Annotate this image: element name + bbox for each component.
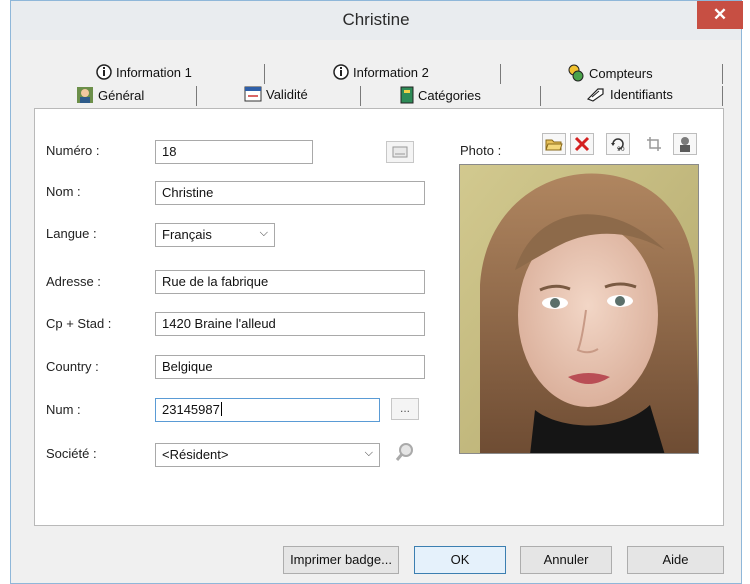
num-label: Num : (46, 402, 81, 417)
tab-label: Information 1 (116, 64, 192, 80)
numero-label: Numéro : (46, 143, 100, 158)
tab-validite[interactable]: Validité (244, 86, 308, 102)
societe-value: <Résident> (162, 447, 229, 462)
photo-portrait (459, 164, 699, 454)
crop-icon (647, 137, 661, 151)
societe-select[interactable]: <Résident> ⌵ (155, 443, 380, 467)
search-icon (395, 443, 413, 461)
tab-separator (540, 86, 541, 106)
photo-delete-button[interactable] (570, 133, 594, 155)
tab-compteurs[interactable]: Compteurs (567, 64, 653, 82)
print-badge-button[interactable]: Imprimer badge... (283, 546, 399, 574)
window-title: Christine (342, 10, 410, 29)
book-icon (400, 86, 414, 104)
langue-select[interactable]: Français ⌵ (155, 223, 275, 247)
user-icon (77, 87, 93, 103)
rotate-icon: 90 (611, 138, 625, 153)
tab-information-1[interactable]: Information 1 (96, 64, 192, 80)
num-field[interactable]: 23145987 (155, 398, 380, 422)
photo-label: Photo : (460, 143, 502, 158)
camera-icon (680, 137, 690, 152)
close-button[interactable]: ✕ (697, 1, 743, 29)
photo-camera-button[interactable] (673, 133, 697, 155)
tab-separator (722, 86, 723, 106)
tab-separator (196, 86, 197, 106)
societe-search-button[interactable] (391, 442, 419, 464)
nom-label: Nom : (46, 184, 81, 199)
tab-label: Validité (266, 86, 308, 102)
title-bar[interactable]: Christine ✕ (11, 1, 743, 40)
card-button[interactable] (386, 141, 414, 163)
tab-information-2[interactable]: Information 2 (333, 64, 429, 80)
adresse-label: Adresse : (46, 274, 101, 289)
open-folder-icon (545, 139, 563, 151)
cp-label: Cp + Stad : (46, 316, 112, 331)
langue-label: Langue : (46, 226, 97, 241)
tab-separator (500, 64, 501, 84)
tab-row-back: Information 1 Information 2 Compteurs (0, 64, 750, 86)
tab-categories[interactable]: Catégories (400, 86, 481, 104)
tab-general[interactable]: Général (76, 86, 144, 104)
tab-label: Information 2 (353, 64, 429, 80)
text-caret (220, 402, 222, 416)
tab-separator (360, 86, 361, 106)
portrait-image (460, 165, 698, 453)
svg-text:90: 90 (617, 146, 625, 153)
tab-label: Catégories (418, 87, 481, 103)
photo-rotate-button[interactable]: 90 (606, 133, 630, 155)
tab-separator (722, 64, 723, 84)
country-label: Country : (46, 359, 99, 374)
num-value: 23145987 (162, 402, 220, 417)
cp-field[interactable]: 1420 Braine l'alleud (155, 312, 425, 336)
tab-label: Identifiants (610, 86, 673, 102)
photo-open-button[interactable] (542, 133, 566, 155)
delete-icon (574, 136, 590, 152)
tab-separator (264, 64, 265, 84)
tab-identifiants[interactable]: Identifiants (586, 86, 673, 102)
ok-button[interactable]: OK (414, 546, 506, 574)
adresse-field[interactable]: Rue de la fabrique (155, 270, 425, 294)
num-browse-button[interactable]: ... (391, 398, 419, 420)
info-icon (96, 64, 112, 80)
photo-crop-button[interactable] (642, 133, 666, 155)
numero-field[interactable]: 18 (155, 140, 313, 164)
card-icon (392, 146, 408, 158)
tab-row-front: Général Validité Catégories Identifiants (0, 86, 750, 108)
counters-icon (568, 64, 584, 82)
tab-label: Général (98, 87, 145, 103)
chevron-down-icon: ⌵ (259, 227, 268, 239)
langue-value: Français (162, 227, 212, 242)
help-button[interactable]: Aide (627, 546, 724, 574)
chevron-down-icon: ⌵ (364, 447, 373, 459)
calendar-icon (244, 86, 262, 102)
key-icon (586, 88, 604, 102)
cancel-button[interactable]: Annuler (520, 546, 612, 574)
tab-label: Compteurs (589, 65, 653, 81)
info-icon (333, 64, 349, 80)
country-field[interactable]: Belgique (155, 355, 425, 379)
nom-field[interactable]: Christine (155, 181, 425, 205)
societe-label: Société : (46, 446, 97, 461)
